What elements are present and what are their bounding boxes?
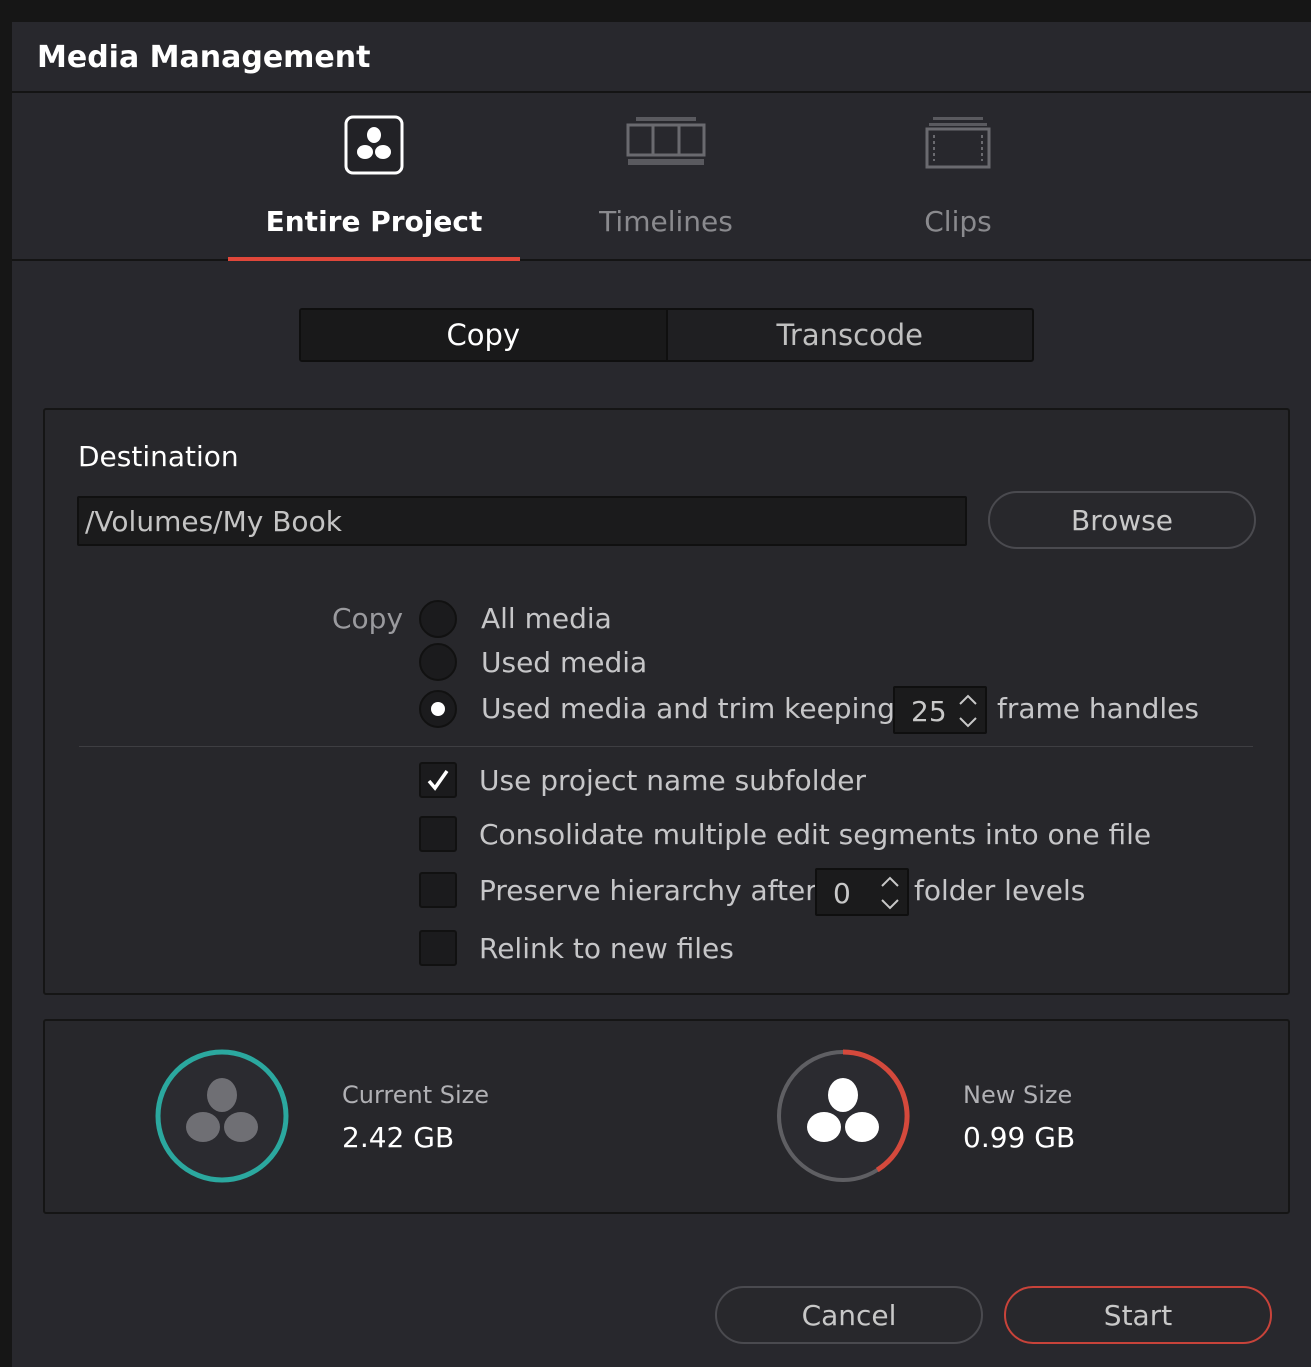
checkbox-relink-label: Relink to new files <box>479 932 734 965</box>
copy-segment-button[interactable]: Copy <box>301 310 666 360</box>
copy-options-label: Copy <box>332 602 404 635</box>
new-size-ring-icon <box>774 1047 912 1189</box>
folder-levels-value: 0 <box>833 877 851 910</box>
current-size-label: Current Size <box>342 1081 490 1109</box>
timeline-icon <box>626 115 706 173</box>
checkbox-preserve-hierarchy[interactable] <box>419 872 457 908</box>
tab-clips[interactable]: Clips <box>812 93 1104 261</box>
checkmark-icon <box>427 769 449 791</box>
current-size-value: 2.42 GB <box>342 1121 455 1154</box>
active-tab-underline <box>228 257 520 261</box>
checkbox-consolidate[interactable] <box>419 816 457 852</box>
destination-label: Destination <box>78 440 239 473</box>
transcode-segment-button[interactable]: Transcode <box>665 310 1033 360</box>
radio-all-media[interactable] <box>419 600 457 638</box>
radio-used-media-trim-label: Used media and trim keeping <box>481 692 895 725</box>
new-size-label: New Size <box>963 1081 1073 1109</box>
divider <box>79 746 1253 747</box>
new-size-value: 0.99 GB <box>963 1121 1076 1154</box>
resolve-logo-icon <box>344 115 404 179</box>
dialog-title: Media Management <box>37 40 371 75</box>
checkbox-project-subfolder[interactable] <box>419 762 457 798</box>
radio-all-media-label: All media <box>481 602 612 635</box>
frame-handles-suffix: frame handles <box>997 692 1199 725</box>
folder-levels-suffix: folder levels <box>914 874 1086 907</box>
frame-handles-stepper[interactable]: 25 <box>893 686 987 734</box>
stepper-arrows-icon[interactable] <box>879 874 901 912</box>
checkbox-consolidate-label: Consolidate multiple edit segments into … <box>479 818 1152 851</box>
tab-label: Clips <box>924 205 992 238</box>
media-management-dialog: Media Management Entire Project Timeline… <box>12 22 1311 1367</box>
current-size-ring-icon <box>153 1047 291 1189</box>
stepper-arrows-icon[interactable] <box>957 692 979 730</box>
mode-tabs: Entire Project Timelines Clips <box>12 93 1311 261</box>
clip-icon <box>925 115 991 175</box>
radio-used-media-label: Used media <box>481 646 648 679</box>
copy-transcode-toggle: Copy Transcode <box>299 308 1034 362</box>
tab-label: Entire Project <box>265 205 483 238</box>
folder-levels-stepper[interactable]: 0 <box>815 868 909 916</box>
checkbox-preserve-hierarchy-label: Preserve hierarchy after <box>479 874 817 907</box>
checkbox-relink[interactable] <box>419 930 457 966</box>
tab-label: Timelines <box>599 205 733 238</box>
tab-timelines[interactable]: Timelines <box>520 93 812 261</box>
destination-panel: Destination Browse Copy All media Used m… <box>43 408 1290 995</box>
frame-handles-value: 25 <box>911 695 947 728</box>
cancel-button[interactable]: Cancel <box>715 1286 983 1344</box>
title-bar: Media Management <box>12 22 1311 93</box>
destination-path-input[interactable] <box>77 496 967 546</box>
start-button[interactable]: Start <box>1004 1286 1272 1344</box>
tab-entire-project[interactable]: Entire Project <box>228 93 520 261</box>
radio-used-media-trim[interactable] <box>419 690 457 728</box>
browse-button[interactable]: Browse <box>988 491 1256 549</box>
radio-used-media[interactable] <box>419 643 457 681</box>
checkbox-project-subfolder-label: Use project name subfolder <box>479 764 866 797</box>
size-panel: Current Size 2.42 GB New Size 0.99 GB <box>43 1019 1290 1214</box>
